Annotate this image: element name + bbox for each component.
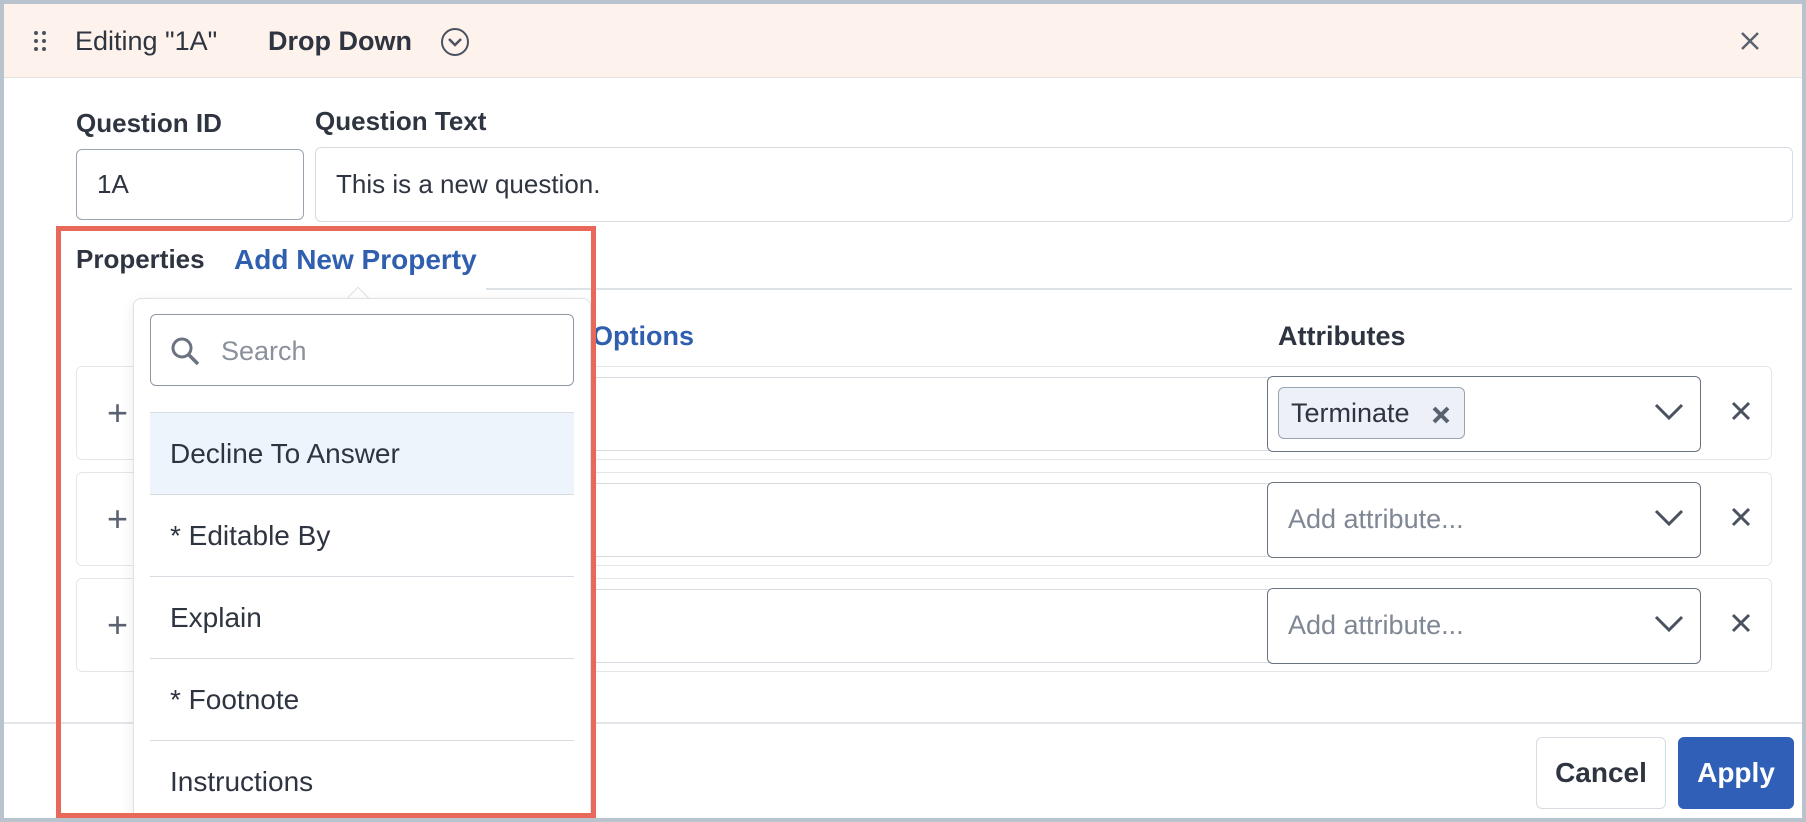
drag-handle-icon[interactable]	[34, 31, 48, 53]
question-id-label: Question ID	[76, 108, 222, 138]
question-text-value: This is a new question.	[336, 169, 601, 199]
cancel-button[interactable]: Cancel	[1536, 737, 1666, 809]
property-option[interactable]: Instructions	[150, 741, 574, 818]
option-text-input[interactable]	[547, 589, 1329, 663]
attributes-header: Attributes	[1278, 321, 1406, 351]
delete-row-icon[interactable]	[1729, 399, 1753, 423]
question-text-input[interactable]: This is a new question.	[315, 147, 1793, 222]
delete-row-icon[interactable]	[1729, 611, 1753, 635]
add-row-icon[interactable]: +	[107, 395, 128, 431]
property-search-input[interactable]: Search	[150, 314, 574, 386]
attribute-select[interactable]: Add attribute...	[1267, 482, 1701, 558]
question-id-value: 1A	[97, 169, 129, 199]
add-row-icon[interactable]: +	[107, 607, 128, 643]
add-new-property-link[interactable]: Add New Property	[234, 244, 477, 276]
panel-header: Editing "1A" Drop Down	[4, 4, 1802, 78]
apply-button[interactable]: Apply	[1678, 737, 1794, 809]
property-option[interactable]: * Editable By	[150, 495, 574, 577]
option-text-input[interactable]	[547, 377, 1329, 451]
delete-row-icon[interactable]	[1729, 505, 1753, 529]
attribute-tag: Terminate	[1278, 387, 1465, 439]
attribute-tag-label: Terminate	[1291, 397, 1410, 428]
chevron-down-icon[interactable]	[1654, 509, 1684, 527]
question-type-chevron-icon[interactable]	[441, 28, 469, 56]
chevron-down-icon[interactable]	[1654, 403, 1684, 421]
remove-tag-icon[interactable]	[1430, 402, 1452, 424]
search-icon	[171, 337, 200, 366]
add-row-icon[interactable]: +	[107, 501, 128, 537]
panel-title: Editing "1A"	[75, 26, 218, 56]
property-option[interactable]: Explain	[150, 577, 574, 659]
attribute-placeholder: Add attribute...	[1288, 610, 1464, 640]
question-id-input[interactable]: 1A	[76, 149, 304, 220]
properties-label: Properties	[76, 244, 205, 274]
property-dropdown: Search Decline To Answer * Editable By E…	[133, 298, 591, 818]
question-type-label: Drop Down	[268, 26, 412, 56]
option-text-input[interactable]	[547, 483, 1329, 557]
close-icon[interactable]	[1737, 28, 1763, 54]
attribute-select[interactable]: Add attribute...	[1267, 588, 1701, 664]
chevron-down-icon[interactable]	[1654, 615, 1684, 633]
property-option[interactable]: Decline To Answer	[150, 413, 574, 495]
options-header[interactable]: Options	[592, 321, 694, 352]
attribute-placeholder: Add attribute...	[1288, 504, 1464, 534]
attribute-select[interactable]: Terminate	[1267, 376, 1701, 452]
search-placeholder: Search	[221, 336, 307, 366]
property-option-list: Decline To Answer * Editable By Explain …	[150, 412, 574, 818]
property-option[interactable]: * Footnote	[150, 659, 574, 741]
properties-divider	[486, 288, 1792, 290]
question-text-label: Question Text	[315, 106, 487, 136]
edit-question-panel: Editing "1A" Drop Down Question ID 1A Qu…	[0, 0, 1806, 822]
